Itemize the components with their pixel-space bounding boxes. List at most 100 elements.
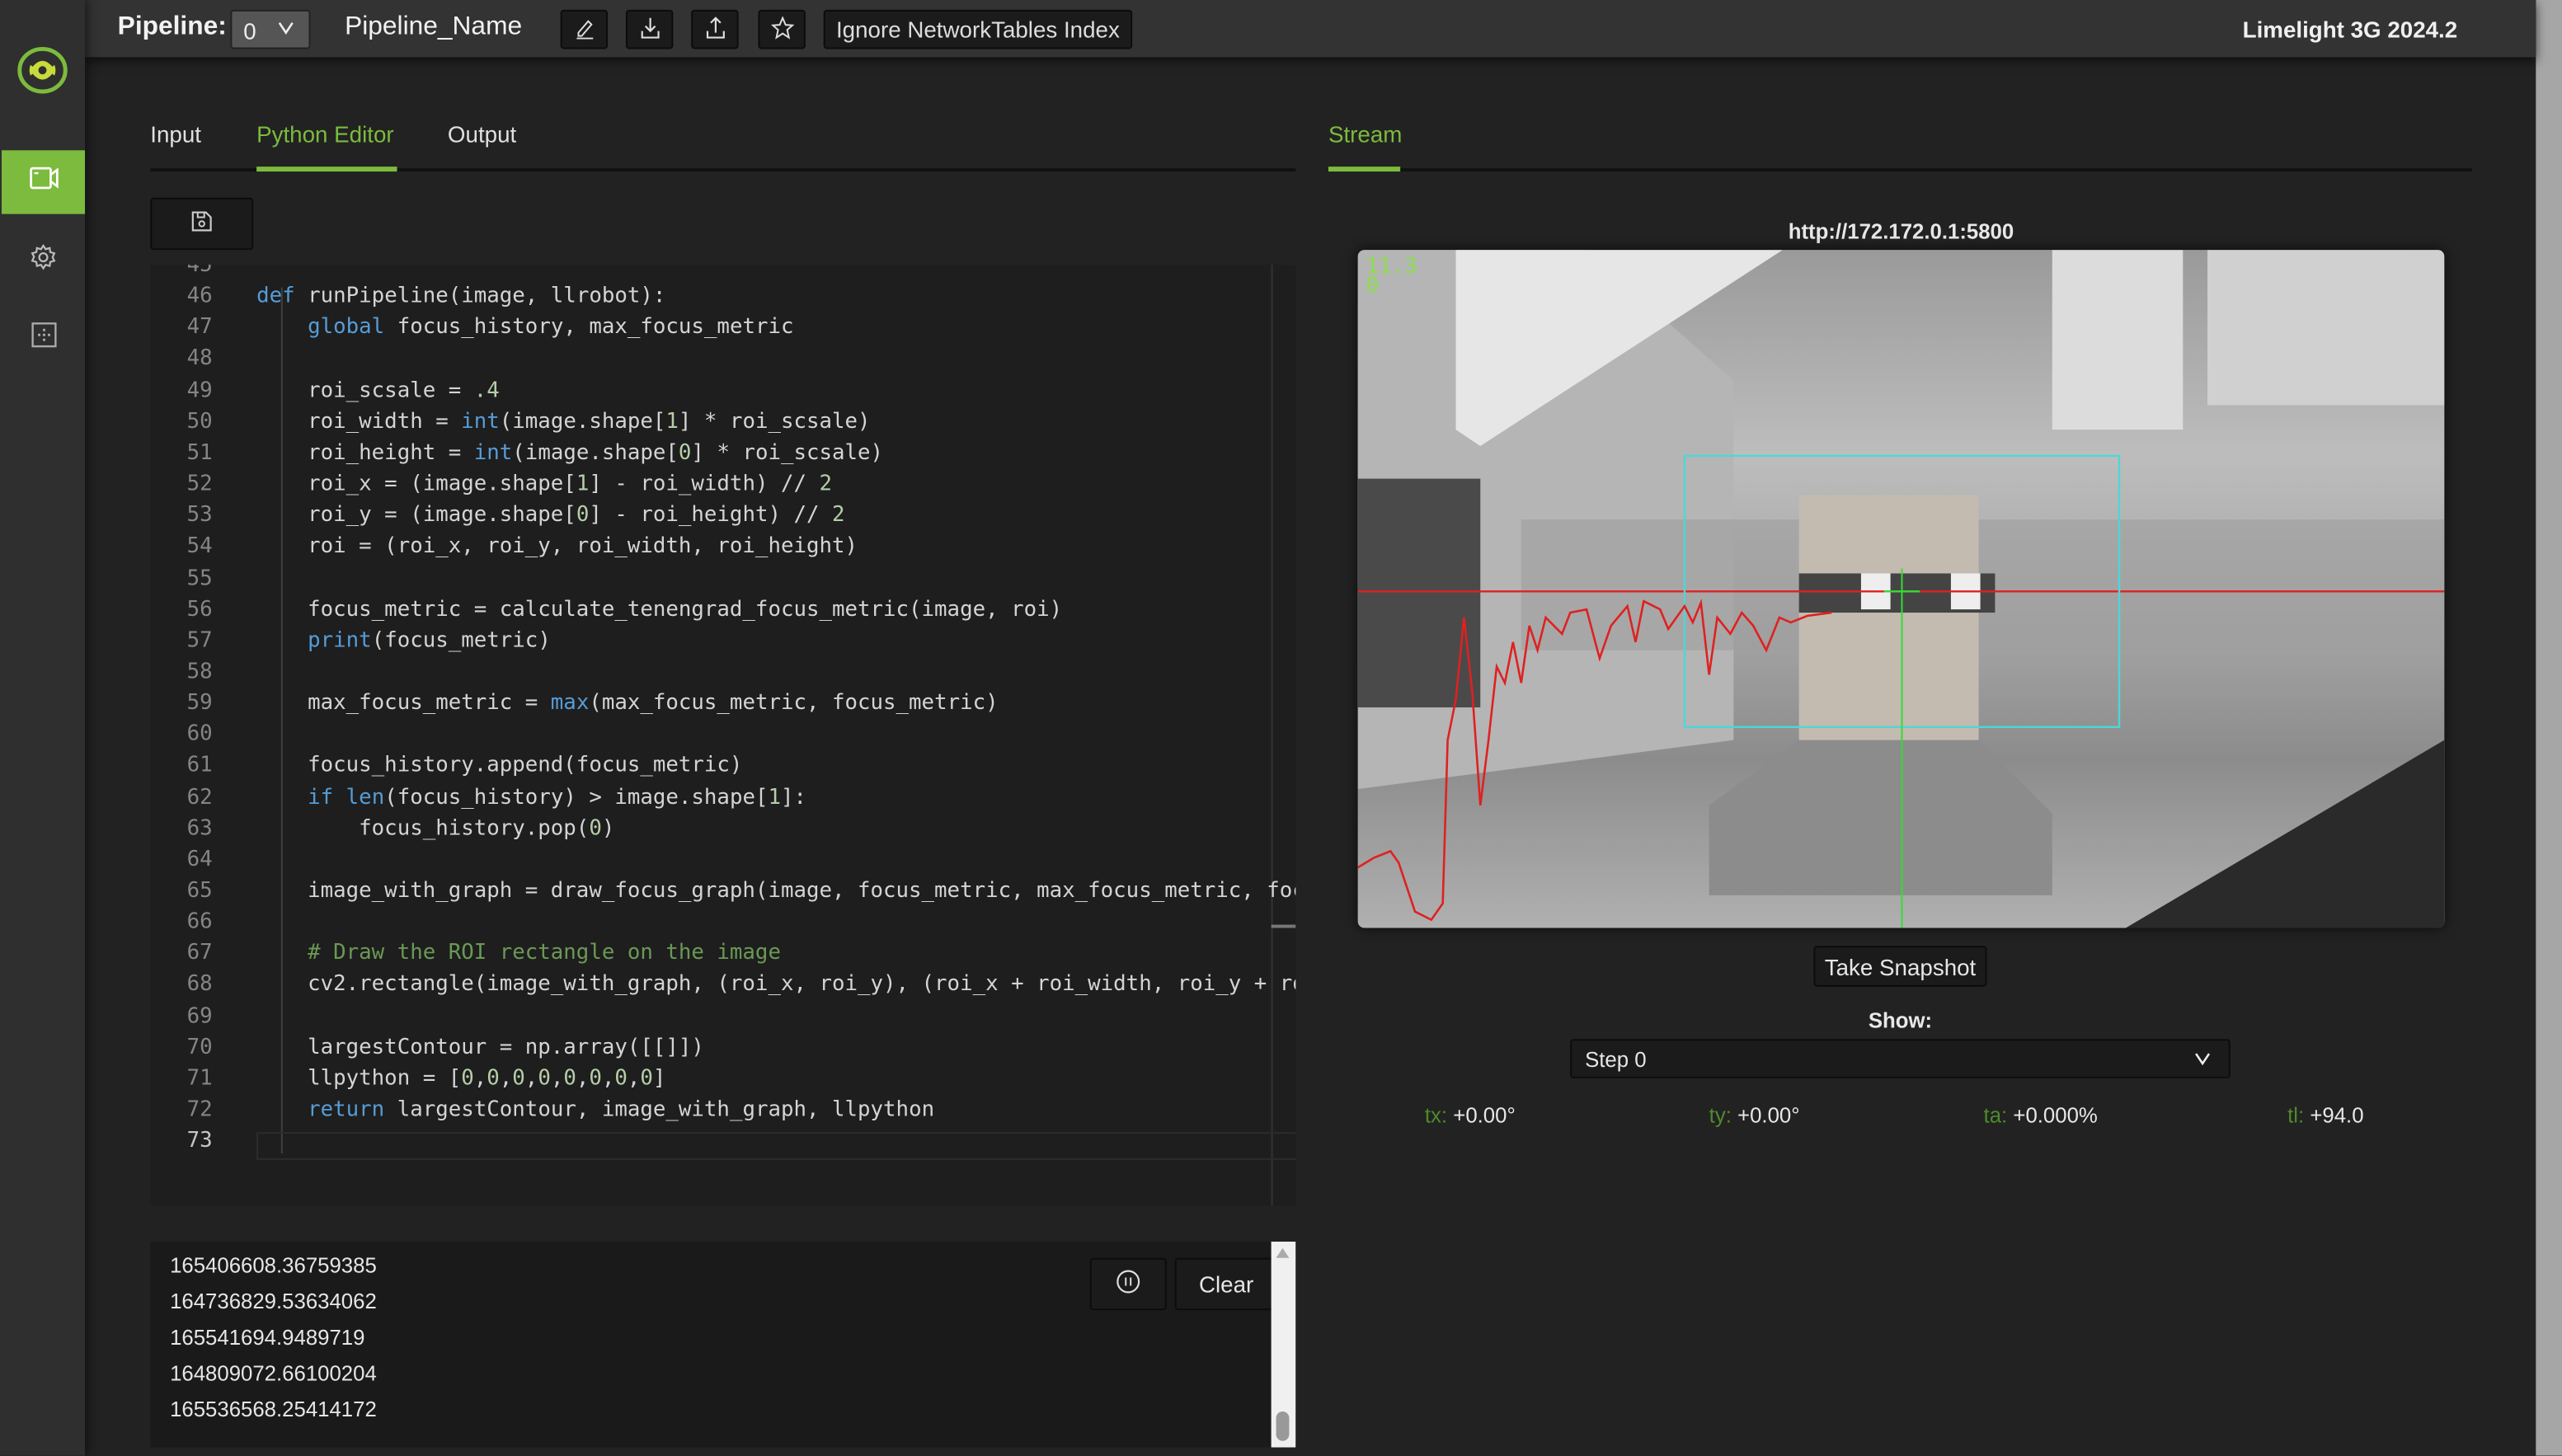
code-token: 1 bbox=[768, 785, 782, 810]
code-line[interactable]: 56 focus_metric = calculate_tenengrad_fo… bbox=[150, 594, 1295, 626]
code-token: ] - roi_width) // bbox=[589, 472, 820, 497]
code-line[interactable]: 53 roi_y = (image.shape[0] - roi_height)… bbox=[150, 500, 1295, 532]
show-step-select[interactable]: Step 0 bbox=[1570, 1039, 2231, 1078]
code-line[interactable]: 62 if len(focus_history) > image.shape[1… bbox=[150, 782, 1295, 813]
code-line[interactable]: 69 bbox=[150, 1001, 1295, 1032]
code-token: , bbox=[576, 1066, 590, 1092]
sidebar-item-crosshair[interactable] bbox=[2, 308, 85, 371]
stream-url[interactable]: http://172.172.0.1:5800 bbox=[1358, 219, 2445, 244]
code-line[interactable]: 63 focus_history.pop(0) bbox=[150, 813, 1295, 844]
tab-input[interactable]: Input bbox=[150, 121, 201, 148]
code-line[interactable]: 46 def runPipeline(image, llrobot): bbox=[150, 281, 1295, 312]
code-text: roi_x = (image.shape[1] - roi_width) // … bbox=[256, 469, 832, 500]
console-scroll-thumb[interactable] bbox=[1276, 1411, 1290, 1441]
line-number: 61 bbox=[186, 754, 213, 778]
code-token: print bbox=[308, 628, 372, 654]
code-text: roi_width = int(image.shape[1] * roi_scs… bbox=[256, 406, 870, 438]
code-line[interactable]: 50 roi_width = int(image.shape[1] * roi_… bbox=[150, 406, 1295, 438]
line-number: 62 bbox=[186, 785, 213, 810]
chevron-down-icon bbox=[276, 15, 296, 46]
code-line[interactable]: 58 bbox=[150, 656, 1295, 688]
edit-name-button[interactable] bbox=[560, 9, 609, 49]
save-button[interactable] bbox=[150, 197, 254, 251]
clear-button[interactable]: Clear bbox=[1174, 1257, 1278, 1311]
tab-output[interactable]: Output bbox=[448, 121, 516, 148]
stream-tab-indicator bbox=[1328, 167, 1401, 172]
top-bar: Pipeline: 0 Pipeline_Name Ignore Network… bbox=[85, 0, 2536, 58]
code-token: largestContour, image_with_graph, llpyth… bbox=[384, 1097, 935, 1123]
code-token: , bbox=[550, 1066, 564, 1092]
favorite-button[interactable] bbox=[758, 9, 806, 49]
code-line[interactable]: 54 roi = (roi_x, roi_y, roi_width, roi_h… bbox=[150, 532, 1295, 563]
line-number: 50 bbox=[186, 409, 213, 434]
code-line[interactable]: 66 bbox=[150, 907, 1295, 938]
code-line[interactable]: 52 roi_x = (image.shape[1] - roi_width) … bbox=[150, 469, 1295, 500]
code-line[interactable]: 45 bbox=[150, 265, 1295, 281]
code-token: ]: bbox=[781, 785, 807, 810]
tab-python-editor[interactable]: Python Editor bbox=[256, 121, 394, 148]
sidebar-item-settings[interactable] bbox=[2, 228, 85, 292]
code-line[interactable]: 55 bbox=[150, 563, 1295, 594]
code-token: roi_width = bbox=[256, 409, 462, 434]
code-line[interactable]: 51 roi_height = int(image.shape[0] * roi… bbox=[150, 438, 1295, 469]
code-line[interactable]: 64 bbox=[150, 844, 1295, 876]
line-number: 55 bbox=[186, 566, 213, 591]
console-line: 165536568.25414172 bbox=[170, 1397, 377, 1421]
code-token: roi = (roi_x, roi_y, roi_width, roi_heig… bbox=[256, 534, 858, 560]
pause-button[interactable] bbox=[1089, 1257, 1167, 1311]
pipeline-name[interactable]: Pipeline_Name bbox=[345, 13, 522, 43]
code-token: ] bbox=[652, 1066, 666, 1092]
code-token: if bbox=[308, 785, 334, 810]
upload-button[interactable] bbox=[691, 9, 739, 49]
take-snapshot-button[interactable]: Take Snapshot bbox=[1813, 946, 1987, 987]
line-number: 70 bbox=[186, 1035, 213, 1060]
readout-ta-value: +0.000% bbox=[2013, 1102, 2098, 1128]
code-line[interactable]: 47 global focus_history, max_focus_metri… bbox=[150, 312, 1295, 344]
code-line[interactable]: 71 llpython = [0,0,0,0,0,0,0,0] bbox=[150, 1064, 1295, 1095]
code-line[interactable]: 67 # Draw the ROI rectangle on the image bbox=[150, 938, 1295, 970]
code-line[interactable]: 48 bbox=[150, 344, 1295, 375]
code-line[interactable]: 61 focus_history.append(focus_metric) bbox=[150, 750, 1295, 782]
readout-tx-value: +0.00° bbox=[1453, 1102, 1516, 1128]
code-line[interactable]: 49 roi_scsale = .4 bbox=[150, 375, 1295, 406]
code-line[interactable]: 68 cv2.rectangle(image_with_graph, (roi_… bbox=[150, 970, 1296, 1001]
page-scrollbar[interactable] bbox=[2536, 0, 2562, 1456]
code-token: int bbox=[461, 409, 500, 434]
code-editor[interactable]: 45 46 def runPipeline(image, llrobot): 47 g… bbox=[150, 265, 1296, 1206]
code-token: def bbox=[256, 284, 295, 309]
pipeline-select[interactable]: 0 bbox=[230, 9, 311, 49]
console-scrollbar[interactable] bbox=[1271, 1241, 1296, 1448]
line-number: 73 bbox=[186, 1129, 213, 1154]
camera-stream[interactable]: 11.3 0 bbox=[1357, 250, 2445, 928]
code-token: 0 bbox=[461, 1066, 474, 1092]
code-text: def runPipeline(image, llrobot): bbox=[256, 281, 665, 312]
tab-stream[interactable]: Stream bbox=[1328, 121, 1402, 148]
code-token: 1 bbox=[665, 409, 679, 434]
code-token: focus_history, max_focus_metric bbox=[384, 316, 794, 341]
download-button[interactable] bbox=[625, 9, 674, 49]
code-line[interactable]: 65 image_with_graph = draw_focus_graph(i… bbox=[150, 876, 1296, 907]
code-token: ] - roi_height) // bbox=[589, 503, 833, 528]
ignore-networktables-index-button[interactable]: Ignore NetworkTables Index bbox=[823, 9, 1133, 49]
code-token: roi_x = (image.shape[ bbox=[256, 472, 576, 497]
sidebar-item-camera[interactable] bbox=[1, 150, 86, 214]
code-line[interactable]: 72 return largestContour, image_with_gra… bbox=[150, 1095, 1295, 1126]
code-line[interactable]: 73 bbox=[150, 1126, 1295, 1158]
code-line[interactable]: 60 bbox=[150, 719, 1295, 750]
code-line[interactable]: 57 print(focus_metric) bbox=[150, 626, 1295, 657]
code-token: ] * roi_scsale) bbox=[691, 440, 884, 466]
console-line: 164809072.66100204 bbox=[170, 1360, 377, 1386]
line-number: 48 bbox=[186, 346, 213, 372]
scroll-up-arrow-icon[interactable] bbox=[1276, 1247, 1290, 1258]
code-token: 1 bbox=[576, 472, 590, 497]
code-line[interactable]: 59 max_focus_metric = max(max_focus_metr… bbox=[150, 688, 1295, 719]
code-token: 0 bbox=[563, 1066, 576, 1092]
code-line[interactable]: 70 largestContour = np.array([[]]) bbox=[150, 1032, 1295, 1064]
line-number: 59 bbox=[186, 691, 213, 716]
code-token: , bbox=[601, 1066, 615, 1092]
code-token: 0 bbox=[640, 1066, 653, 1092]
console-line: 165406608.36759385 bbox=[170, 1252, 377, 1278]
product-version: Limelight 3G 2024.2 bbox=[2242, 16, 2458, 43]
